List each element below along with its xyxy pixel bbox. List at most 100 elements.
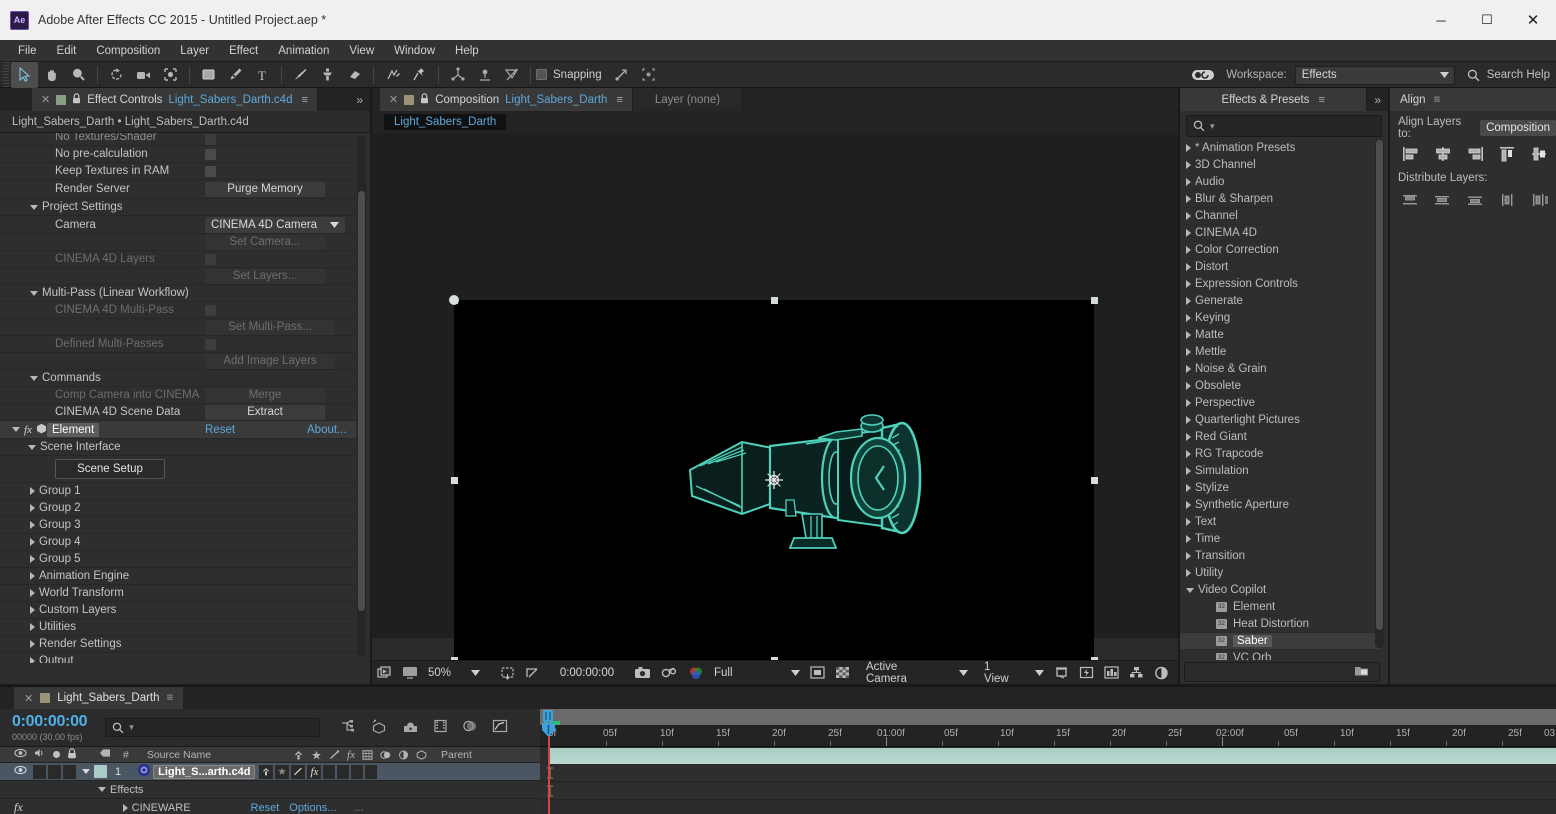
layer-disclosure-triangle-icon[interactable] (82, 769, 90, 774)
audio-icon[interactable] (34, 748, 46, 761)
merge-button[interactable]: Merge (205, 387, 325, 403)
view-layout-dropdown[interactable]: 1 View (979, 661, 1049, 685)
disclosure-triangle-icon[interactable] (1186, 399, 1191, 407)
disclosure-triangle-icon[interactable] (30, 572, 35, 580)
selection-handle-mr[interactable] (1091, 477, 1098, 484)
disclosure-triangle-icon[interactable] (30, 606, 35, 614)
layer-adjustment-switch[interactable] (351, 764, 364, 779)
cti-top-marker[interactable] (542, 709, 554, 723)
search-help-box[interactable]: Search Help (1467, 69, 1550, 82)
selection-handle-tr[interactable] (1091, 297, 1098, 304)
cti-head-icon[interactable] (541, 723, 556, 738)
tab-timeline-comp[interactable]: ✕ Light_Sabers_Darth ≡ (14, 687, 184, 709)
hide-shy-layers-icon[interactable] (402, 719, 419, 736)
camera-view-dropdown[interactable]: Active Camera (861, 661, 973, 685)
panel-menu-icon[interactable]: ≡ (167, 692, 174, 704)
layer-duration-bar[interactable] (548, 748, 1556, 764)
fx-category-quarterlight-pictures[interactable]: Quarterlight Pictures (1180, 412, 1380, 429)
brush-tool[interactable] (287, 62, 314, 88)
selection-handle-tc[interactable] (771, 297, 778, 304)
disclosure-triangle-icon[interactable] (30, 487, 35, 495)
ec-row-no-precalc[interactable]: No pre-calculation (0, 146, 356, 163)
fx-category-keying[interactable]: Keying (1180, 310, 1380, 327)
fx-category-perspective[interactable]: Perspective (1180, 395, 1380, 412)
fx-category-stylize[interactable]: Stylize (1180, 480, 1380, 497)
effect-options-link[interactable]: Options... (289, 802, 336, 814)
always-preview-icon[interactable] (372, 661, 397, 685)
scene-setup-button[interactable]: Scene Setup (55, 459, 165, 479)
disclosure-triangle-icon[interactable] (30, 555, 35, 563)
anchor-handle[interactable] (449, 295, 459, 305)
pan-behind-tool[interactable] (157, 62, 184, 88)
align-horizontal-center-button[interactable] (1426, 142, 1458, 166)
extract-button[interactable]: Extract (205, 404, 325, 420)
lock-icon[interactable] (72, 92, 81, 107)
disclosure-triangle-icon[interactable] (1186, 178, 1191, 186)
menu-effect[interactable]: Effect (219, 40, 268, 62)
effect-disclosure-triangle-icon[interactable] (122, 803, 128, 812)
disclosure-triangle-icon[interactable] (1186, 280, 1191, 288)
reset-link[interactable]: Reset (205, 424, 235, 436)
timeline-search-input[interactable]: ▾ (105, 718, 321, 737)
fx-category-video-copilot[interactable]: Video Copilot (1180, 582, 1380, 599)
camera-tool[interactable] (130, 62, 157, 88)
label-color-icon[interactable] (99, 748, 111, 761)
fx-category-3d-channel[interactable]: 3D Channel (1180, 157, 1380, 174)
fx-category-transition[interactable]: Transition (1180, 548, 1380, 565)
minimize-button[interactable]: ─ (1418, 0, 1464, 40)
align-left-button[interactable] (1394, 142, 1426, 166)
enable-motion-blur-icon[interactable] (462, 719, 478, 736)
align-layers-dropdown[interactable]: Composition (1480, 120, 1556, 136)
panel-menu-icon[interactable]: ≡ (616, 94, 622, 106)
puppet-pin-tool[interactable] (406, 62, 433, 88)
effect-more-link[interactable]: ... (354, 802, 363, 814)
fx-effect-saber[interactable]: 32 Saber (1180, 633, 1380, 650)
resolution-dropdown[interactable]: Full (709, 667, 805, 679)
layer-3d-switch[interactable] (365, 764, 378, 779)
disclosure-triangle-icon[interactable] (1186, 450, 1191, 458)
fx-category-red-giant[interactable]: Red Giant (1180, 429, 1380, 446)
fx-category-blur-sharpen[interactable]: Blur & Sharpen (1180, 191, 1380, 208)
distribute-horizontal-center-button[interactable] (1524, 188, 1556, 212)
fx-effect-heat-distortion[interactable]: 32 Heat Distortion (1180, 616, 1380, 633)
disclosure-triangle-icon[interactable] (30, 589, 35, 597)
disclosure-triangle-icon[interactable] (1186, 348, 1191, 356)
disclosure-triangle-icon[interactable] (1186, 195, 1191, 203)
disclosure-triangle-icon[interactable] (30, 640, 35, 648)
timeline-work-area-bar[interactable] (540, 709, 1556, 725)
toolbar-grip[interactable] (0, 61, 11, 88)
zoom-tool[interactable] (65, 62, 92, 88)
selection-handle-ml[interactable] (451, 477, 458, 484)
roto-brush-tool[interactable] (379, 62, 406, 88)
set-multipass-button[interactable]: Set Multi-Pass... (205, 319, 335, 335)
comp-flowchart-icon[interactable] (1124, 661, 1149, 685)
disclosure-triangle-icon[interactable] (30, 290, 38, 296)
fx-category-distort[interactable]: Distort (1180, 259, 1380, 276)
ec-group-custom-layers[interactable]: Custom Layers (0, 602, 356, 619)
fx-category-channel[interactable]: Channel (1180, 208, 1380, 225)
disclosure-triangle-icon[interactable] (1186, 416, 1191, 424)
timeline-button-icon[interactable] (1099, 661, 1124, 685)
ec-group-group5[interactable]: Group 5 (0, 551, 356, 568)
exposure-icon[interactable] (1149, 661, 1174, 685)
tab-effects-presets[interactable]: Effects & Presets ≡ (1180, 88, 1368, 111)
ec-row-camera[interactable]: Camera CINEMA 4D Camera (0, 216, 356, 234)
ec-group-group1[interactable]: Group 1 (0, 483, 356, 500)
draft-3d-icon[interactable] (371, 719, 388, 737)
fx-category-time[interactable]: Time (1180, 531, 1380, 548)
fx-category-synthetic-aperture[interactable]: Synthetic Aperture (1180, 497, 1380, 514)
ec-group-group3[interactable]: Group 3 (0, 517, 356, 534)
distribute-bottom-button[interactable] (1459, 188, 1491, 212)
snapping-checkbox[interactable] (536, 69, 547, 80)
snap-bounds-icon[interactable] (635, 62, 662, 88)
timeline-ruler[interactable]: 0f 05f 10f 15f 20f 25f 01:00f 05f 10f 15… (540, 725, 1556, 747)
element-effect-name[interactable]: Element (46, 422, 100, 437)
channel-rgb-icon[interactable] (683, 661, 709, 685)
solo-icon[interactable] (53, 751, 60, 758)
composition-frame[interactable] (449, 295, 1098, 664)
disclosure-triangle-icon[interactable] (1186, 552, 1191, 560)
pen-tool[interactable] (222, 62, 249, 88)
set-camera-button[interactable]: Set Camera... (205, 234, 325, 250)
disclosure-triangle-icon[interactable] (1186, 246, 1191, 254)
fx-category-text[interactable]: Text (1180, 514, 1380, 531)
